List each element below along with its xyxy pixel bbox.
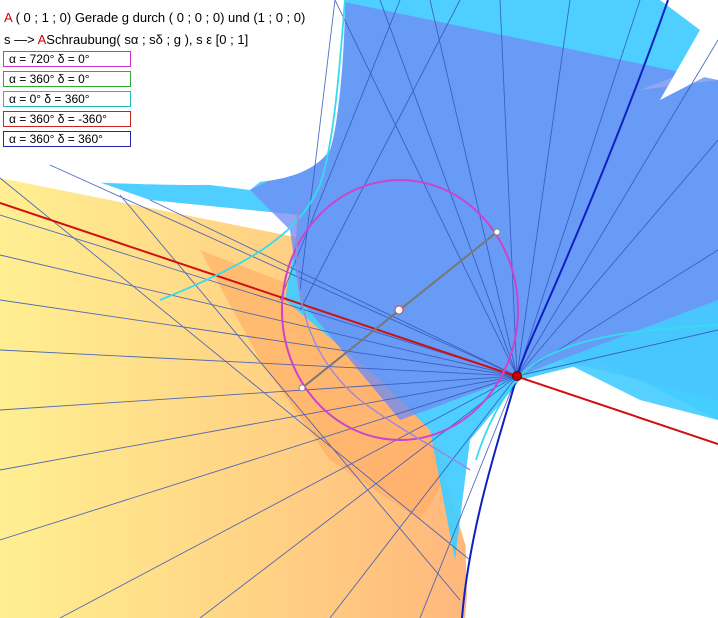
point-a-label: A bbox=[4, 10, 12, 25]
legend-entry-360-neg360: α = 360° δ = -360° bbox=[3, 111, 131, 127]
legend-entry-720-0: α = 720° δ = 0° bbox=[3, 51, 131, 67]
segment-mid-point bbox=[394, 305, 404, 315]
point-a-marker[interactable] bbox=[512, 371, 522, 381]
legend-entry-0-360: α = 0° δ = 360° bbox=[3, 91, 131, 107]
line-g-definition: ( 0 ; 1 ; 0) Gerade g durch ( 0 ; 0 ; 0)… bbox=[11, 10, 306, 25]
segment-end-point-upper bbox=[493, 228, 501, 236]
lower-right-clearing bbox=[465, 417, 718, 618]
mapping-prefix: s —> bbox=[4, 32, 38, 47]
segment-end-point-lower bbox=[298, 384, 306, 392]
header-line-2: s —> ASchraubung( sα ; sδ ; g ), s ε [0 … bbox=[4, 32, 248, 47]
legend-entry-360-0: α = 360° δ = 0° bbox=[3, 71, 131, 87]
mapping-point-label: A bbox=[37, 32, 47, 47]
legend-entry-360-360: α = 360° δ = 360° bbox=[3, 131, 131, 147]
screw-definition: Schraubung( sα ; sδ ; g ), s ε [0 ; 1] bbox=[46, 32, 249, 47]
header-line-1: A ( 0 ; 1 ; 0) Gerade g durch ( 0 ; 0 ; … bbox=[4, 10, 305, 25]
